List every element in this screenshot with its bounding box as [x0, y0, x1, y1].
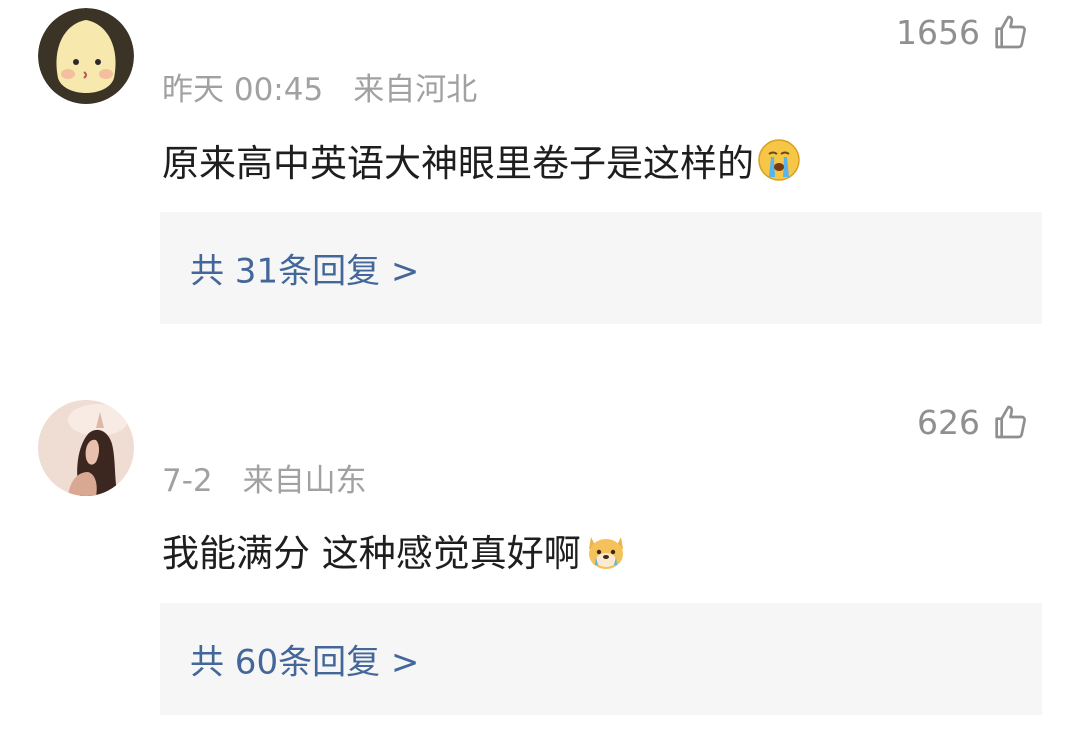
comment-time: 7-2: [162, 463, 213, 499]
comment-location: 来自河北: [353, 72, 478, 108]
like-count: 1656: [896, 12, 980, 52]
thumbs-up-icon: [995, 405, 1026, 439]
comment-text-row: 原来高中英语大神眼里卷子是这样的: [162, 133, 802, 187]
avatar[interactable]: [38, 400, 134, 496]
view-replies-button[interactable]: 共 60条回复 >: [160, 603, 1042, 715]
comment-time: 昨天 00:45: [162, 72, 324, 108]
avatar[interactable]: [38, 8, 134, 104]
like-button[interactable]: 626: [917, 402, 1030, 442]
comment-meta: 7-2 来自山东: [162, 455, 367, 500]
comment-text: 我能满分 这种感觉真好啊: [162, 532, 581, 575]
comment-text: 原来高中英语大神眼里卷子是这样的: [162, 142, 754, 185]
comment-location: 来自山东: [242, 463, 367, 499]
comment-meta: 昨天 00:45 来自河北: [162, 64, 477, 109]
replies-label: 共 31条回复 >: [190, 251, 420, 292]
view-replies-button[interactable]: 共 31条回复 >: [160, 212, 1042, 324]
comment-text-row: 我能满分 这种感觉真好啊: [162, 523, 629, 577]
photo-avatar-icon: [38, 400, 134, 496]
like-count: 626: [917, 402, 980, 442]
crying-face-emoji-icon: [756, 137, 802, 183]
cartoon-face-avatar-icon: [38, 8, 134, 104]
thumbs-up-icon: [995, 15, 1026, 49]
dog-emoji-icon: [583, 527, 629, 573]
replies-label: 共 60条回复 >: [190, 642, 420, 683]
like-button[interactable]: 1656: [896, 12, 1030, 52]
